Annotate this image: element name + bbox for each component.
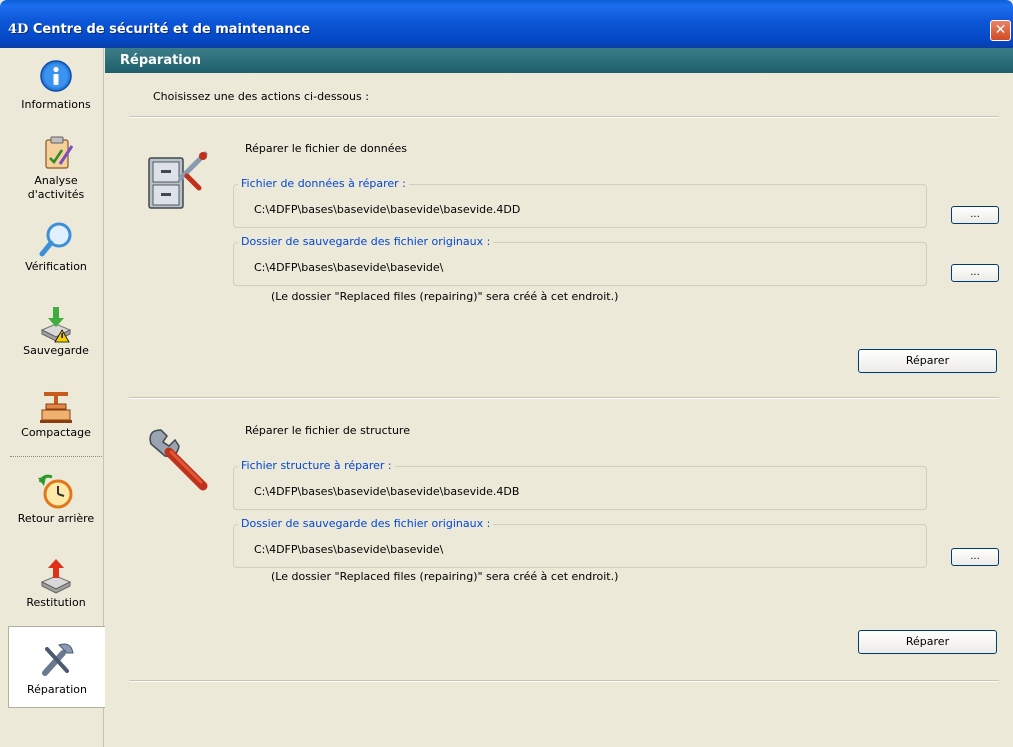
structure-backup-group: Dossier de sauvegarde des fichier origin… <box>233 517 927 568</box>
structure-file-path: C:\4DFP\bases\basevide\basevide\basevide… <box>254 485 520 498</box>
data-file-path: C:\4DFP\bases\basevide\basevide\basevide… <box>254 203 521 216</box>
sidebar-item-label: Vérification <box>25 260 87 273</box>
structure-backup-note: (Le dossier "Replaced files (repairing)"… <box>271 570 619 583</box>
data-file-legend: Fichier de données à réparer : <box>238 177 409 190</box>
data-file-group: Fichier de données à réparer : C:\4DFP\b… <box>233 177 927 228</box>
data-section-title: Réparer le fichier de données <box>245 142 407 155</box>
close-button[interactable]: ✕ <box>990 20 1011 41</box>
separator <box>129 680 999 682</box>
browse-data-backup-button[interactable]: ... <box>951 264 999 282</box>
sidebar-item-restitution[interactable]: Restitution <box>8 556 104 610</box>
instruction-text: Choisissez une des actions ci-dessous : <box>153 90 369 103</box>
section-header: Réparation <box>105 48 1013 73</box>
backup-disk-icon <box>36 304 76 344</box>
wrench-large-icon <box>143 424 215 496</box>
file-cabinet-icon <box>143 148 215 220</box>
repair-data-button[interactable]: Réparer <box>858 349 997 373</box>
repair-structure-button[interactable]: Réparer <box>858 630 997 654</box>
structure-backup-path: C:\4DFP\bases\basevide\basevide\ <box>254 543 444 556</box>
close-icon: ✕ <box>994 22 1007 38</box>
sidebar-item-label: Retour arrière <box>17 512 95 525</box>
sidebar-item-verification[interactable]: Vérification <box>8 220 104 274</box>
clock-rollback-icon <box>36 472 76 512</box>
sidebar-item-label: Restitution <box>26 596 86 609</box>
separator <box>129 116 999 118</box>
browse-structure-backup-button[interactable]: ... <box>951 548 999 566</box>
sidebar-item-compactage[interactable]: Compactage <box>8 386 104 440</box>
window-body: Informations Analyse d'activités Vérific… <box>0 48 1013 747</box>
structure-backup-legend: Dossier de sauvegarde des fichier origin… <box>238 517 494 530</box>
window-title: 4D Centre de sécurité et de maintenance <box>8 20 310 40</box>
app-logo: 4D <box>8 22 29 37</box>
separator <box>129 397 999 399</box>
sidebar-divider <box>10 456 102 457</box>
structure-file-group: Fichier structure à réparer : C:\4DFP\ba… <box>233 459 927 510</box>
magnifier-icon <box>36 220 76 260</box>
window-title-label: Centre de sécurité et de maintenance <box>32 22 311 37</box>
sidebar: Informations Analyse d'activités Vérific… <box>8 48 105 747</box>
clipboard-icon <box>36 134 76 174</box>
sidebar-item-label: Réparation <box>27 683 87 696</box>
data-backup-path: C:\4DFP\bases\basevide\basevide\ <box>254 261 444 274</box>
restore-disk-icon <box>36 556 76 596</box>
sidebar-item-label: Analyse d'activités <box>27 174 85 201</box>
data-backup-group: Dossier de sauvegarde des fichier origin… <box>233 235 927 286</box>
sidebar-item-label: Informations <box>21 98 91 111</box>
compact-press-icon <box>36 386 76 426</box>
sidebar-item-retour-arriere[interactable]: Retour arrière <box>8 472 104 526</box>
title-bar: 4D Centre de sécurité et de maintenance … <box>0 0 1013 48</box>
browse-data-file-button[interactable]: ... <box>951 206 999 224</box>
info-icon <box>36 58 76 98</box>
sidebar-item-sauvegarde[interactable]: Sauvegarde <box>8 304 104 358</box>
structure-file-legend: Fichier structure à réparer : <box>238 459 395 472</box>
sidebar-item-reparation[interactable]: Réparation <box>8 626 105 708</box>
sidebar-item-analyse[interactable]: Analyse d'activités <box>8 134 104 202</box>
data-backup-legend: Dossier de sauvegarde des fichier origin… <box>238 235 494 248</box>
wrench-icon <box>37 639 77 679</box>
structure-section-title: Réparer le fichier de structure <box>245 424 410 437</box>
sidebar-item-informations[interactable]: Informations <box>8 58 104 112</box>
sidebar-item-label: Sauvegarde <box>23 344 89 357</box>
main-panel: Réparation Choisissez une des actions ci… <box>105 48 1013 747</box>
sidebar-item-label: Compactage <box>21 426 91 439</box>
data-backup-note: (Le dossier "Replaced files (repairing)"… <box>271 290 619 303</box>
